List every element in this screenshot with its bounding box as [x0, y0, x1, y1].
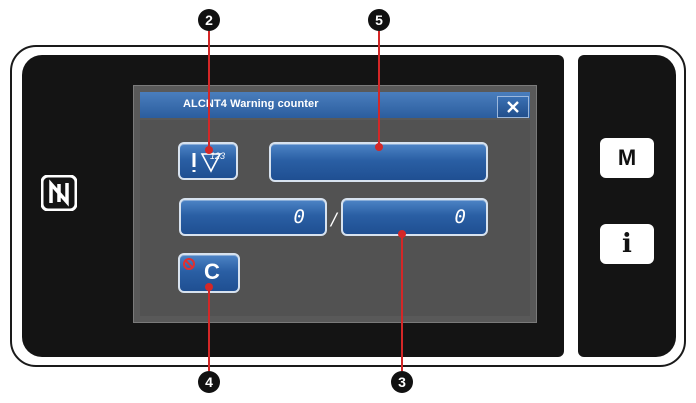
dialog-titlebar: ALCNT4 Warning counter — [140, 92, 530, 118]
info-button-label: i — [622, 229, 632, 259]
set-value-button[interactable]: 0 — [341, 198, 488, 236]
callout-3: 3 — [391, 371, 413, 393]
clear-label: C — [204, 259, 220, 284]
callout-3-line — [401, 234, 403, 371]
close-icon — [507, 101, 519, 113]
clear-counter-icon — [183, 258, 195, 270]
dialog-title: ALCNT4 Warning counter — [183, 98, 319, 110]
mode-button-label: M — [617, 145, 637, 170]
current-count-field[interactable]: 0 — [179, 198, 327, 236]
info-button[interactable]: i — [600, 224, 654, 264]
current-count-value: 0 — [293, 206, 305, 228]
side-panel — [578, 55, 676, 357]
callout-2-line — [208, 31, 210, 149]
nfc-icon — [41, 175, 77, 211]
callout-5-line — [378, 31, 380, 147]
callout-2: 2 — [198, 9, 220, 31]
set-value: 0 — [454, 206, 466, 228]
count-separator: / — [331, 210, 337, 230]
callout-5-dot — [375, 143, 383, 151]
close-button[interactable] — [497, 96, 529, 118]
callout-5: 5 — [368, 9, 390, 31]
callout-2-dot — [205, 146, 213, 154]
mode-button[interactable]: M — [600, 138, 654, 178]
callout-4-line — [208, 287, 210, 371]
counter-type-label: 123 — [210, 151, 226, 161]
callout-4: 4 — [198, 371, 220, 393]
